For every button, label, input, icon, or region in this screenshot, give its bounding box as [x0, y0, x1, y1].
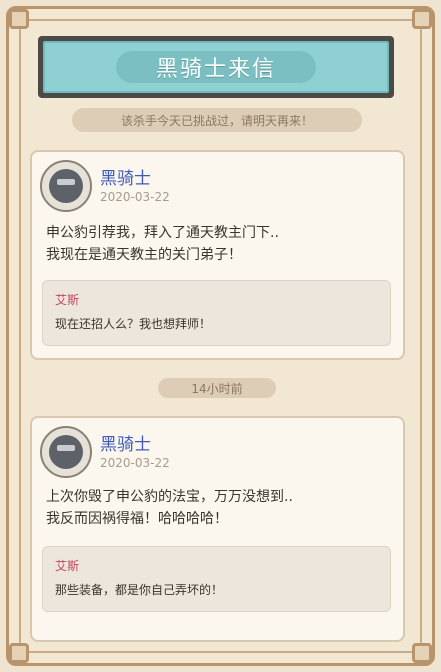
- frame-corner-ornament: [9, 9, 29, 29]
- title-plate: 黑骑士来信: [38, 36, 394, 98]
- letter-message: 上次你毁了申公豹的法宝，万万没想到.. 我反而因祸得福！哈哈哈哈！: [46, 486, 293, 530]
- message-line: 上次你毁了申公豹的法宝，万万没想到..: [46, 489, 293, 505]
- page-title: 黑骑士来信: [155, 57, 276, 82]
- message-line: 我反而因祸得福！哈哈哈哈！: [46, 511, 228, 527]
- letter-message: 申公豹引荐我，拜入了通天教主门下.. 我现在是通天教主的关门弟子！: [46, 222, 279, 266]
- sender-name: 黑骑士: [100, 435, 151, 455]
- message-line: 申公豹引荐我，拜入了通天教主门下..: [46, 225, 279, 241]
- time-divider: 14小时前: [158, 378, 276, 398]
- reply-box: 艾斯 那些装备，都是你自己弄坏的！: [42, 546, 391, 612]
- reply-text: 那些装备，都是你自己弄坏的！: [55, 583, 224, 597]
- reply-author: 艾斯: [55, 293, 80, 307]
- black-knight-avatar-icon[interactable]: [40, 160, 92, 212]
- sender-name: 黑骑士: [100, 169, 151, 189]
- frame-corner-ornament: [412, 643, 432, 663]
- letter-date: 2020-03-22: [100, 456, 170, 470]
- frame-corner-ornament: [9, 643, 29, 663]
- frame-corner-ornament: [412, 9, 432, 29]
- title-banner: 黑骑士来信: [116, 51, 316, 83]
- letter-card: 黑骑士 2020-03-22 上次你毁了申公豹的法宝，万万没想到.. 我反而因祸…: [30, 416, 405, 642]
- title-plate-inner: 黑骑士来信: [43, 41, 389, 93]
- letter-date: 2020-03-22: [100, 190, 170, 204]
- knight-helmet-icon: [49, 169, 83, 203]
- message-line: 我现在是通天教主的关门弟子！: [46, 247, 242, 263]
- black-knight-avatar-icon[interactable]: [40, 426, 92, 478]
- challenge-notice: 该杀手今天已挑战过，请明天再来！: [72, 108, 362, 132]
- letter-card: 黑骑士 2020-03-22 申公豹引荐我，拜入了通天教主门下.. 我现在是通天…: [30, 150, 405, 360]
- knight-helmet-icon: [49, 435, 83, 469]
- reply-box: 艾斯 现在还招人么？我也想拜师！: [42, 280, 391, 346]
- reply-author: 艾斯: [55, 559, 80, 573]
- reply-text: 现在还招人么？我也想拜师！: [55, 317, 212, 331]
